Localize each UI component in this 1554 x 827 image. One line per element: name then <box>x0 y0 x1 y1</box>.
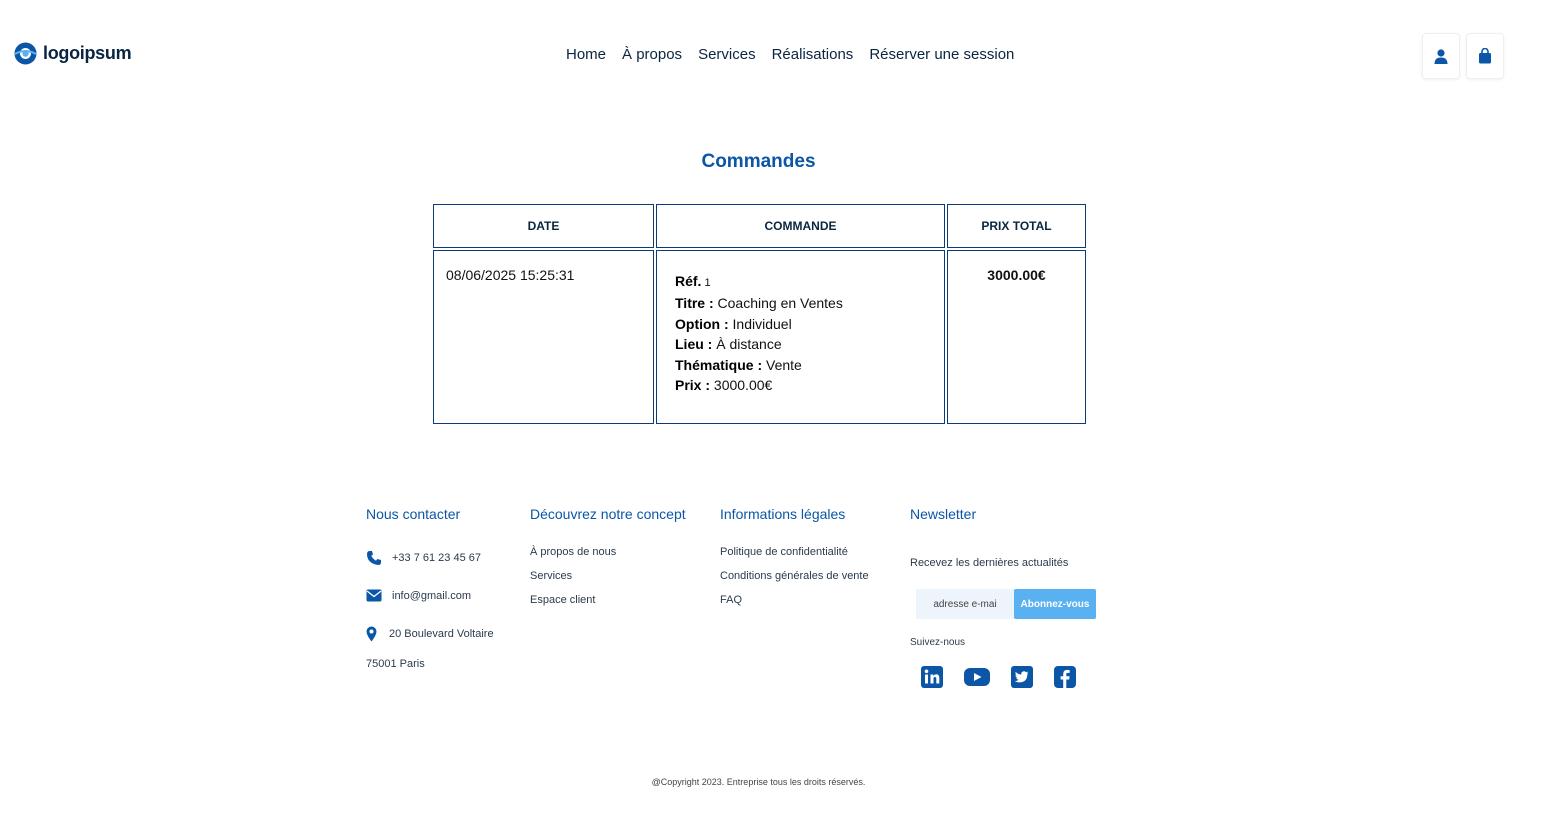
contact-address: 20 Boulevard Voltaire <box>366 626 494 642</box>
footer-link-about[interactable]: À propos de nous <box>530 540 686 564</box>
linkedin-icon[interactable] <box>920 665 944 689</box>
contact-phone[interactable]: +33 7 61 23 45 67 <box>366 550 481 566</box>
envelope-icon <box>366 589 382 602</box>
cart-button[interactable] <box>1466 33 1504 79</box>
twitter-icon[interactable] <box>1010 665 1034 689</box>
newsletter-email-input[interactable] <box>916 589 1014 619</box>
footer-link-faq[interactable]: FAQ <box>720 588 869 612</box>
page-title: Commandes <box>701 151 816 172</box>
contact-address-city: 75001 Paris <box>366 658 425 670</box>
order-total: 3000.00€ <box>947 250 1086 424</box>
nav-book-session[interactable]: Réserver une session <box>869 46 1014 63</box>
map-pin-icon <box>366 626 377 642</box>
logo[interactable]: logoipsum <box>14 42 132 65</box>
col-header-total: PRIX TOTAL <box>947 204 1086 248</box>
account-button[interactable] <box>1422 33 1460 79</box>
detail-theme: Thématique : Vente <box>675 356 802 373</box>
col-header-order: COMMANDE <box>656 204 945 248</box>
order-date: 08/06/2025 15:25:31 <box>433 250 654 424</box>
detail-ref: Réf. 1 <box>675 273 711 289</box>
detail-option: Option : Individuel <box>675 315 792 332</box>
logo-text: logoipsum <box>43 43 132 63</box>
user-icon <box>1434 48 1448 64</box>
copyright: @Copyright 2023. Entreprise tous les dro… <box>651 777 866 787</box>
contact-address-line2: 75001 Paris <box>366 658 425 670</box>
follow-us-label: Suivez-nous <box>910 637 966 648</box>
logo-mark-icon <box>14 42 37 65</box>
nav-realisations[interactable]: Réalisations <box>772 46 854 63</box>
nav-services[interactable]: Services <box>698 46 756 63</box>
nav-about[interactable]: À propos <box>622 46 682 63</box>
orders-table: DATE COMMANDE PRIX TOTAL 08/06/2025 15:2… <box>431 202 1088 426</box>
detail-price: Prix : 3000.00€ <box>675 377 773 394</box>
nav-home[interactable]: Home <box>566 46 606 63</box>
footer-newsletter: Newsletter <box>910 506 976 544</box>
footer-legal: Informations légales Politique de confid… <box>720 506 869 612</box>
contact-address-line1: 20 Boulevard Voltaire <box>389 628 494 640</box>
table-row: 08/06/2025 15:25:31 Réf. 1 Titre : Coach… <box>433 250 1086 424</box>
footer-link-terms[interactable]: Conditions générales de vente <box>720 564 869 588</box>
main-nav: Home À propos Services Réalisations Rése… <box>566 46 1014 63</box>
col-header-date: DATE <box>433 204 654 248</box>
contact-email-text: info@gmail.com <box>392 589 472 602</box>
footer-contact-title: Nous contacter <box>366 506 461 522</box>
footer-newsletter-title: Newsletter <box>910 506 977 522</box>
detail-location: Lieu : À distance <box>675 336 782 353</box>
order-details: Réf. 1 Titre : Coaching en Ventes Option… <box>656 250 945 424</box>
footer-concept-title: Découvrez notre concept <box>530 506 686 522</box>
footer-link-client-space[interactable]: Espace client <box>530 588 686 612</box>
footer-concept: Découvrez notre concept À propos de nous… <box>530 506 686 612</box>
footer-link-privacy[interactable]: Politique de confidentialité <box>720 540 869 564</box>
footer-contact: Nous contacter <box>366 506 460 544</box>
table-header-row: DATE COMMANDE PRIX TOTAL <box>433 204 1086 248</box>
contact-email[interactable]: info@gmail.com <box>366 589 471 602</box>
footer-legal-title: Informations légales <box>720 506 846 522</box>
shopping-bag-icon <box>1479 48 1491 64</box>
contact-phone-text: +33 7 61 23 45 67 <box>392 552 481 564</box>
detail-title: Titre : Coaching en Ventes <box>675 295 843 312</box>
facebook-icon[interactable] <box>1053 665 1077 689</box>
youtube-icon[interactable] <box>963 665 991 689</box>
phone-icon <box>367 551 381 565</box>
subscribe-button[interactable]: Abonnez-vous <box>1014 589 1096 619</box>
footer-link-services[interactable]: Services <box>530 564 686 588</box>
newsletter-subtitle: Recevez les dernières actualités <box>910 557 1069 569</box>
